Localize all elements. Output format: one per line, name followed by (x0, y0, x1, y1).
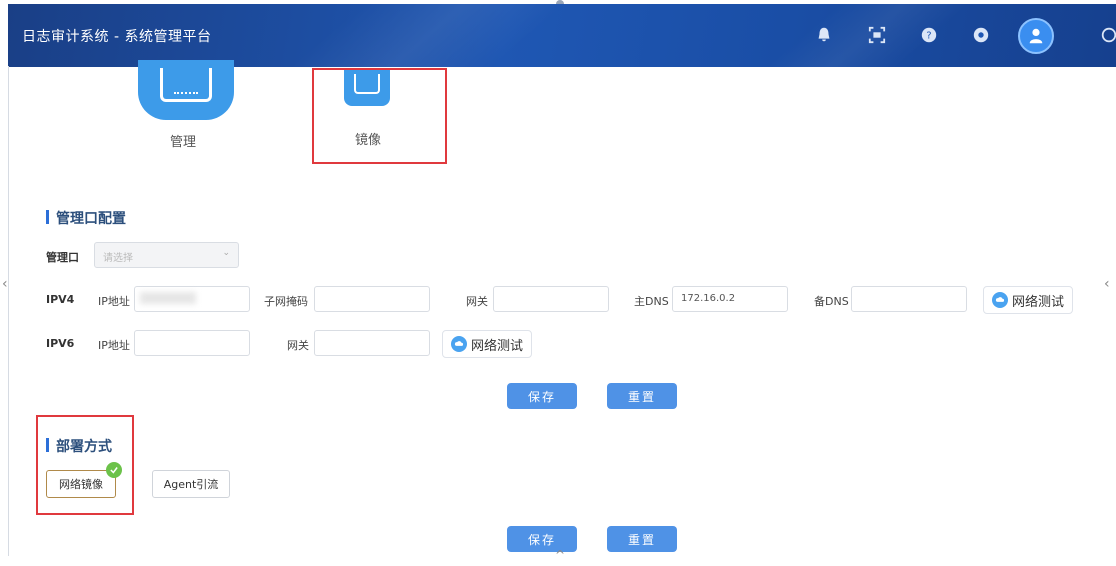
bell-icon[interactable] (813, 24, 835, 46)
chevron-down-icon: ⌄ (222, 248, 230, 258)
mgmt-port-select[interactable]: 请选择 ⌄ (94, 242, 239, 268)
ipv4-mask-input[interactable] (314, 286, 430, 312)
ipv4-dns-primary-label: 主DNS (634, 295, 669, 308)
ipv4-gateway-input[interactable] (493, 286, 609, 312)
user-avatar-icon[interactable] (1018, 18, 1054, 54)
mgmt-port-select-value: 请选择 (103, 253, 133, 264)
ipv4-network-test-button[interactable]: 网络测试 (983, 286, 1074, 314)
ipv4-network-test-label: 网络测试 (1012, 294, 1065, 310)
ipv4-ip-label: IP地址 (98, 295, 130, 308)
deploy-reset-button[interactable]: 重置 (607, 526, 677, 552)
ipv6-ip-input[interactable] (134, 330, 250, 356)
info-icon[interactable] (970, 24, 992, 46)
ipv4-dns-backup-input[interactable] (851, 286, 967, 312)
help-icon[interactable]: ? (918, 24, 940, 46)
ipv6-label: IPV6 (46, 337, 75, 350)
app-title: 日志审计系统 - 系统管理平台 (22, 29, 212, 45)
app-header: 日志审计系统 - 系统管理平台 ? (8, 4, 1116, 67)
ipv4-label: IPV4 (46, 293, 75, 306)
scroll-right-icon[interactable]: ‹ (1104, 276, 1110, 292)
management-mode-label[interactable]: 管理 (170, 131, 196, 150)
scroll-up-icon[interactable]: ^ (555, 548, 565, 562)
deploy-save-button[interactable]: 保存 (507, 526, 577, 552)
cloud-icon (451, 336, 467, 352)
cloud-icon (992, 292, 1008, 308)
logout-icon[interactable] (1098, 24, 1116, 46)
check-icon (106, 462, 122, 478)
deploy-option-agent[interactable]: Agent引流 (152, 470, 230, 498)
management-mode-icon[interactable] (138, 60, 234, 120)
mirror-mode-label[interactable]: 镜像 (355, 129, 381, 148)
svg-text:?: ? (926, 31, 931, 42)
scan-icon[interactable] (866, 24, 888, 46)
mgmt-reset-button[interactable]: 重置 (607, 383, 677, 409)
ipv4-dns-backup-label: 备DNS (814, 295, 849, 308)
mgmt-save-button[interactable]: 保存 (507, 383, 577, 409)
redacted-ip-value (140, 292, 196, 304)
ipv6-network-test-button[interactable]: 网络测试 (442, 330, 533, 358)
ipv6-gateway-label: 网关 (287, 339, 309, 352)
scroll-left-icon[interactable]: ‹ (2, 276, 8, 292)
ipv4-mask-label: 子网掩码 (264, 295, 308, 308)
ipv4-gateway-label: 网关 (466, 295, 488, 308)
mgmt-config-title: 管理口配置 (46, 208, 126, 228)
mirror-mode-icon[interactable] (344, 70, 390, 106)
ipv4-dns-primary-input[interactable]: 172.16.0.2 (672, 286, 788, 312)
mgmt-port-label: 管理口 (46, 251, 79, 264)
deploy-title: 部署方式 (46, 436, 112, 456)
deploy-option-mirror[interactable]: 网络镜像 (46, 470, 116, 498)
content-border (8, 66, 9, 556)
ipv6-ip-label: IP地址 (98, 339, 130, 352)
ipv6-network-test-label: 网络测试 (471, 338, 524, 354)
ipv6-gateway-input[interactable] (314, 330, 430, 356)
